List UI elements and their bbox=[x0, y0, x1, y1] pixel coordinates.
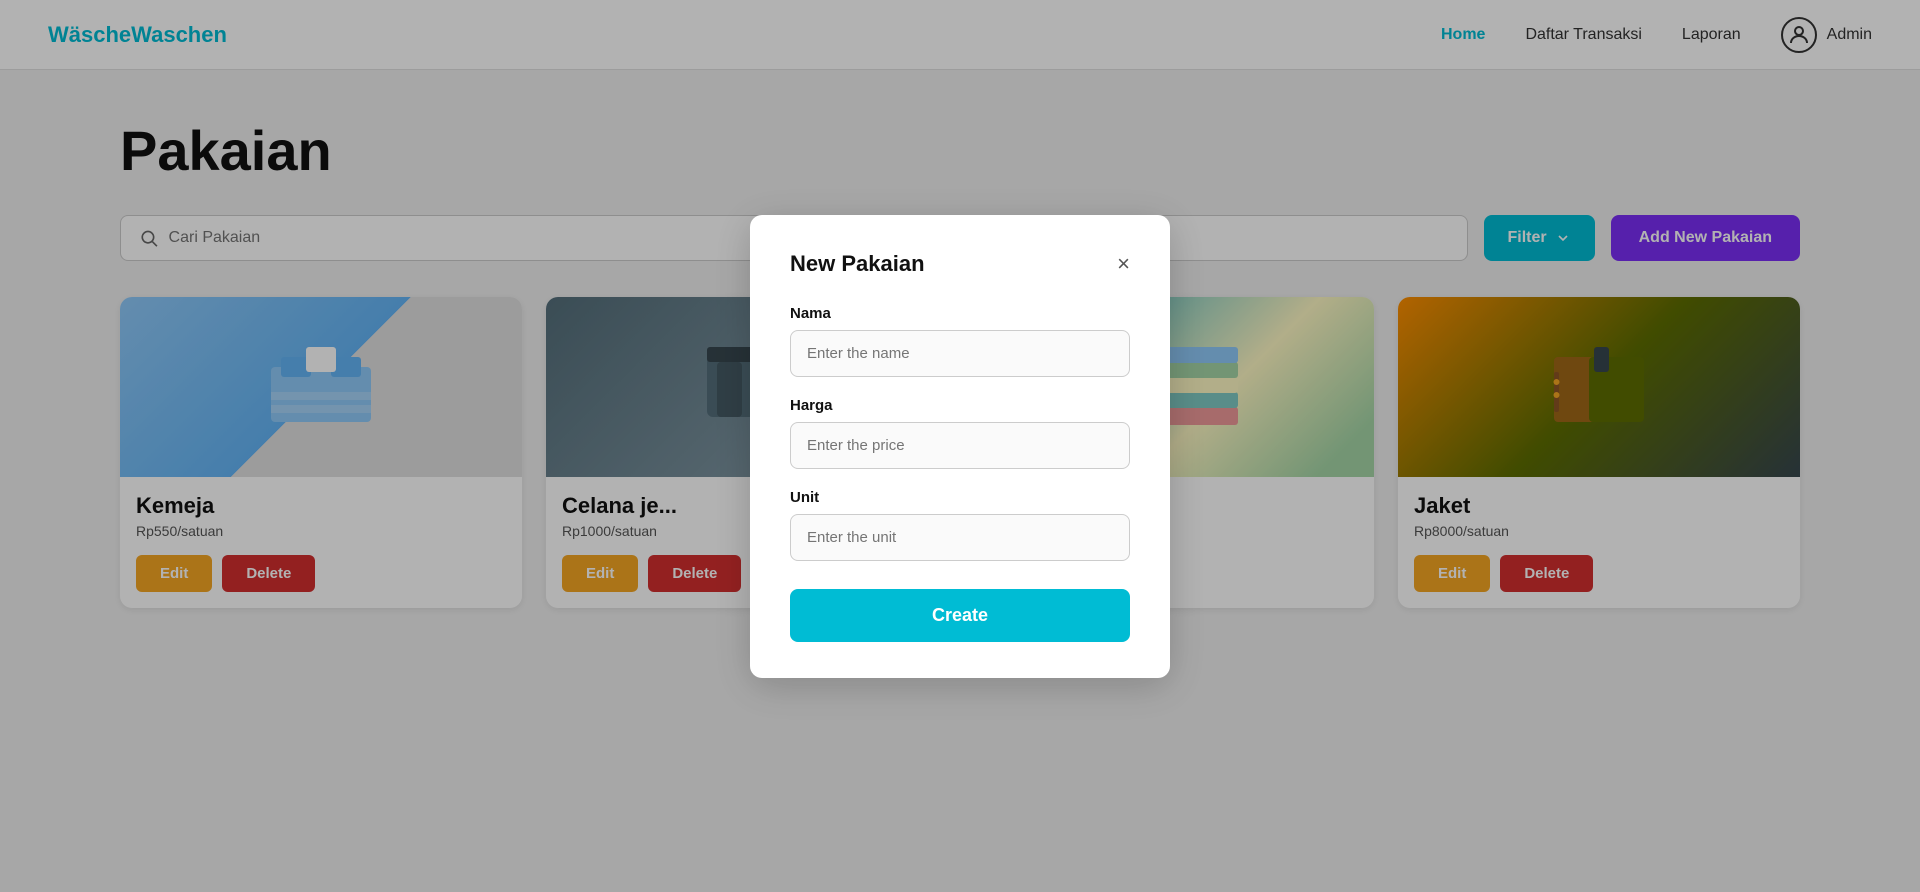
create-button[interactable]: Create bbox=[790, 589, 1130, 642]
form-label-unit: Unit bbox=[790, 489, 1130, 506]
modal-header: New Pakaian × bbox=[790, 251, 1130, 277]
input-unit[interactable] bbox=[790, 514, 1130, 561]
new-pakaian-modal: New Pakaian × Nama Harga Unit Create bbox=[750, 215, 1170, 678]
input-harga[interactable] bbox=[790, 422, 1130, 469]
form-label-nama: Nama bbox=[790, 305, 1130, 322]
input-nama[interactable] bbox=[790, 330, 1130, 377]
form-group-nama: Nama bbox=[790, 305, 1130, 377]
modal-overlay[interactable]: New Pakaian × Nama Harga Unit Create bbox=[0, 0, 1920, 892]
modal-title: New Pakaian bbox=[790, 251, 925, 277]
form-label-harga: Harga bbox=[790, 397, 1130, 414]
form-group-harga: Harga bbox=[790, 397, 1130, 469]
form-group-unit: Unit bbox=[790, 489, 1130, 561]
modal-close-button[interactable]: × bbox=[1117, 253, 1130, 275]
